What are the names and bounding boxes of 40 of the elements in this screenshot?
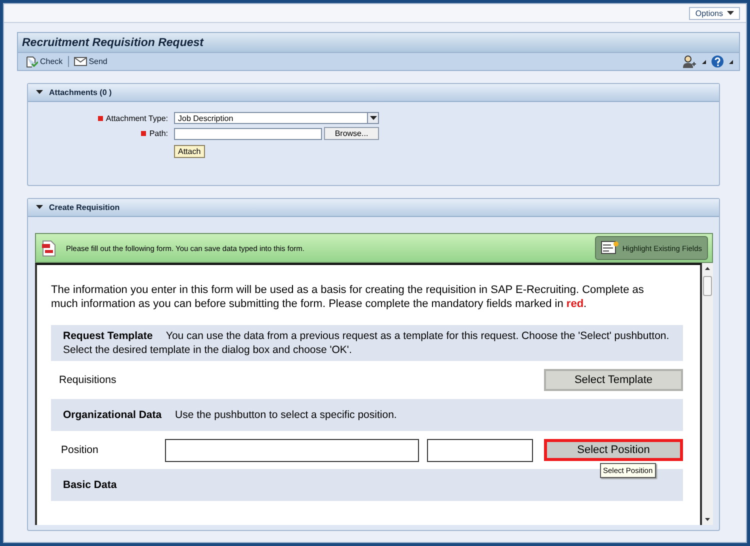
panel-title: Create Requisition	[49, 203, 120, 212]
path-input[interactable]	[174, 128, 322, 140]
position-input[interactable]	[165, 438, 419, 462]
field-label: Requisitions	[58, 374, 118, 386]
panel-title: Attachments (0 )	[49, 88, 112, 97]
intro-text: The information you enter in this form will be used as a basis for creating the requisition in SAP E-Recruiting. Complete as much information as you can before submitting the form. Please complete the mandatory fields marked in red.	[51, 283, 645, 311]
attach-button[interactable]: Attach	[174, 145, 205, 158]
position-id-input[interactable]	[427, 438, 533, 462]
scroll-thumb[interactable]	[703, 276, 712, 296]
browse-button[interactable]: Browse...	[324, 127, 379, 140]
section-description: Organizational Data Use the pushbutton to select a specific position.	[63, 408, 397, 422]
page-title: Recruitment Requisition Request	[22, 36, 204, 48]
field-label: Attachment Type:	[106, 114, 168, 122]
select-template-button[interactable]: Select Template	[544, 369, 683, 391]
caret-icon	[727, 11, 734, 15]
caret-icon	[729, 60, 733, 64]
document-check-icon	[26, 56, 38, 68]
envelope-icon	[74, 57, 87, 66]
user-settings-icon	[683, 55, 697, 68]
options-button[interactable]: Options	[689, 6, 740, 20]
scrollbar[interactable]	[702, 263, 713, 525]
field-label: Position	[60, 444, 100, 456]
help-icon	[711, 55, 724, 68]
create-requisition-header[interactable]: Create Requisition	[28, 199, 719, 217]
caret-icon	[370, 116, 376, 120]
scroll-down-icon	[705, 518, 710, 521]
check-button[interactable]: Check	[26, 56, 63, 68]
form-fields-icon	[601, 241, 620, 255]
field-label: Path:	[149, 129, 168, 138]
scroll-up-icon	[705, 267, 710, 270]
pdf-document-icon	[42, 240, 56, 256]
caret-icon	[702, 60, 706, 64]
select-position-button[interactable]: Select Position	[544, 439, 683, 461]
section-title: Organizational Data	[63, 409, 162, 421]
section-title: Request Template	[63, 330, 153, 342]
section-description: Request Template You can use the data from a previous request as a template for this request. Choose the 'Select' pushbutton. Select the desired template in the dialog box and choose 'OK'.	[63, 329, 670, 357]
attachment-type-dropdown[interactable]: Job Description	[174, 112, 379, 124]
send-button[interactable]: Send	[74, 57, 108, 66]
attachments-header[interactable]: Attachments (0 )	[28, 84, 719, 102]
section-title: Basic Data	[63, 479, 117, 491]
